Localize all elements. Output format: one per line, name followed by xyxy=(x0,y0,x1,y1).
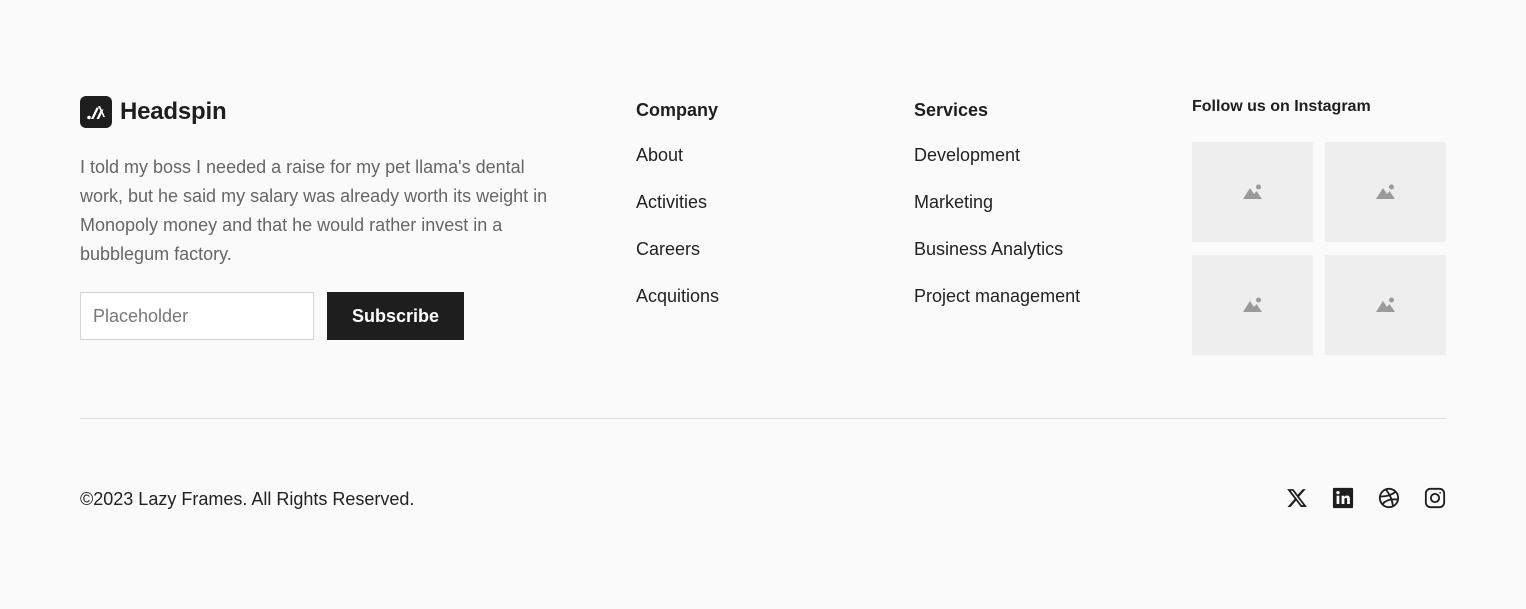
link-acquitions[interactable]: Acquitions xyxy=(636,286,719,306)
company-column: Company About Activities Careers Acquiti… xyxy=(636,97,719,331)
headspin-logo-icon xyxy=(80,96,112,128)
services-column: Services Development Marketing Business … xyxy=(914,97,1080,331)
instagram-section: Follow us on Instagram xyxy=(1192,96,1446,355)
services-heading: Services xyxy=(914,100,989,120)
subscribe-form: Subscribe xyxy=(80,292,464,340)
instagram-tile[interactable] xyxy=(1325,142,1446,242)
link-marketing[interactable]: Marketing xyxy=(914,192,993,212)
link-activities[interactable]: Activities xyxy=(636,192,707,212)
image-placeholder-icon xyxy=(1242,297,1262,312)
brand-name: Headspin xyxy=(120,98,227,125)
instagram-tile[interactable] xyxy=(1325,255,1446,355)
linkedin-icon xyxy=(1332,487,1354,509)
dribbble-icon xyxy=(1378,487,1400,509)
email-input[interactable] xyxy=(80,292,314,340)
link-business-analytics[interactable]: Business Analytics xyxy=(914,239,1063,259)
instagram-icon xyxy=(1424,487,1446,509)
brand[interactable]: Headspin xyxy=(80,96,227,128)
dribbble-link[interactable] xyxy=(1378,486,1400,510)
instagram-grid xyxy=(1192,142,1446,355)
brand-tagline: I told my boss I needed a raise for my p… xyxy=(80,157,548,264)
instagram-tile[interactable] xyxy=(1192,142,1313,242)
image-placeholder-icon xyxy=(1242,184,1262,199)
instagram-heading: Follow us on Instagram xyxy=(1192,98,1371,115)
image-placeholder-icon xyxy=(1375,184,1395,199)
instagram-link[interactable] xyxy=(1424,486,1446,510)
x-icon xyxy=(1287,489,1307,507)
link-about[interactable]: About xyxy=(636,145,683,165)
copyright-text: ©2023 Lazy Frames. All Rights Reserved. xyxy=(80,489,415,509)
link-development[interactable]: Development xyxy=(914,145,1020,165)
image-placeholder-icon xyxy=(1375,297,1395,312)
instagram-tile[interactable] xyxy=(1192,255,1313,355)
company-heading: Company xyxy=(636,100,719,120)
x-link[interactable] xyxy=(1286,486,1308,510)
link-careers[interactable]: Careers xyxy=(636,239,700,259)
link-project-management[interactable]: Project management xyxy=(914,286,1080,306)
linkedin-link[interactable] xyxy=(1332,486,1354,510)
subscribe-button[interactable]: Subscribe xyxy=(327,292,464,340)
site-footer: Headspin I told my boss I needed a raise… xyxy=(80,0,1446,609)
footer-divider xyxy=(80,418,1446,419)
social-links xyxy=(1286,486,1446,510)
